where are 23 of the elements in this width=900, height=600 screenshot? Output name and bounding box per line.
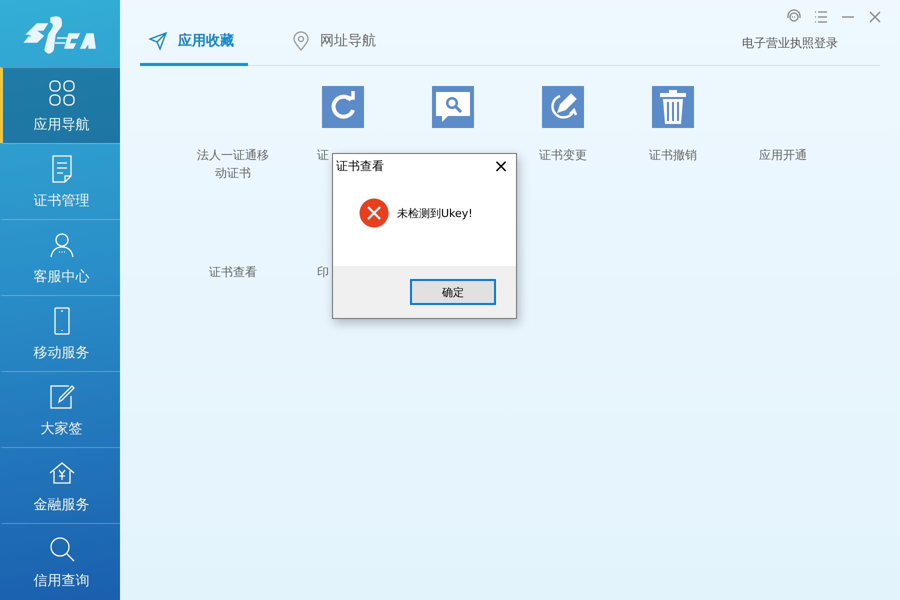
app-label[interactable]: 证书查看	[193, 263, 273, 281]
app-label[interactable]: 应用开通	[743, 146, 823, 164]
login-link[interactable]: 电子营业执照登录	[742, 35, 838, 52]
error-icon	[359, 198, 389, 228]
grid-icon	[46, 78, 76, 108]
close-icon[interactable]	[867, 9, 883, 25]
sidebar-item[interactable]: 应用导航	[0, 67, 120, 143]
tab[interactable]: 网址导航	[284, 26, 386, 66]
trash-icon[interactable]	[652, 86, 694, 128]
search-icon[interactable]	[432, 86, 474, 128]
refresh-icon[interactable]	[322, 86, 364, 128]
dialog-title: 证书查看	[336, 158, 384, 174]
edit-icon[interactable]	[542, 86, 584, 128]
app-label[interactable]: 证书变更	[523, 146, 603, 164]
app-label[interactable]: 证书撤销	[633, 146, 713, 164]
ok-button[interactable]: 确定	[410, 279, 496, 305]
menu-icon[interactable]	[813, 9, 829, 25]
app-label[interactable]: 法人一证通移动证书	[193, 146, 273, 182]
paper-plane-icon	[148, 30, 168, 50]
close-button[interactable]: ×	[486, 154, 516, 178]
location-pin-icon	[292, 30, 310, 50]
dialog-message: 未检测到Ukey!	[397, 206, 473, 220]
tab[interactable]: 应用收藏	[140, 26, 248, 66]
